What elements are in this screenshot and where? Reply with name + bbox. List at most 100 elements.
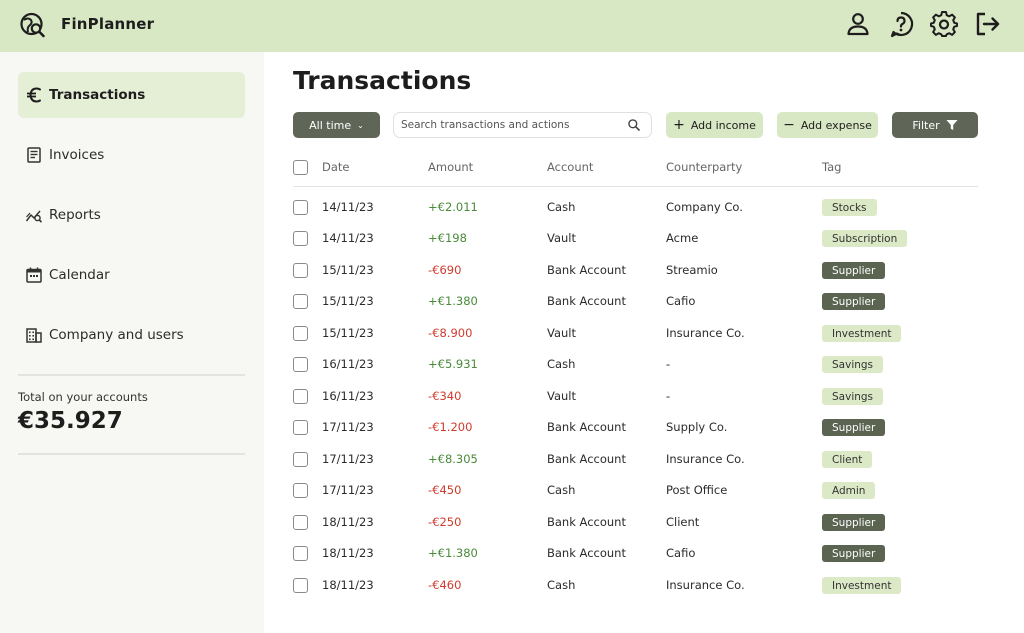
account-cell: Vault <box>547 389 577 403</box>
row-checkbox[interactable] <box>293 200 308 215</box>
tag-badge[interactable]: Investment <box>822 577 902 594</box>
logo-icon <box>20 12 45 38</box>
sidebar-divider <box>18 374 245 376</box>
account-cell: Bank Account <box>547 294 626 308</box>
column-header-tag[interactable]: Tag <box>822 160 841 174</box>
app-title: FinPlanner <box>61 15 155 33</box>
period-filter-label: All time <box>309 118 352 132</box>
counterparty-cell: Streamio <box>666 263 718 277</box>
amount-cell: +€2.011 <box>428 200 478 214</box>
table-row[interactable]: 16/11/23 -€340 Vault - Savings <box>293 387 993 407</box>
table-row[interactable]: 15/11/23 +€1.380 Bank Account Cafio Supplier <box>293 292 993 312</box>
add-expense-label: Add expense <box>800 118 872 132</box>
row-checkbox[interactable] <box>293 263 308 278</box>
row-checkbox[interactable] <box>293 578 308 593</box>
tag-badge[interactable]: Savings <box>822 388 884 405</box>
sidebar-item-reports[interactable]: Reports <box>18 192 245 238</box>
date-cell: 14/11/23 <box>322 200 374 214</box>
table-row[interactable]: 17/11/23 -€450 Cash Post Office Admin <box>293 481 993 501</box>
tag-badge[interactable]: Admin <box>822 482 876 499</box>
table-row[interactable]: 17/11/23 -€1.200 Bank Account Supply Co. Sup… <box>293 418 993 438</box>
column-header-counterparty[interactable]: Counterparty <box>666 160 742 174</box>
tag-badge[interactable]: Investment <box>822 325 902 342</box>
amount-cell: +€1.380 <box>428 546 478 560</box>
date-cell: 16/11/23 <box>322 357 374 371</box>
tag-badge[interactable]: Supplier <box>822 514 886 531</box>
amount-cell: -€250 <box>428 515 462 529</box>
page-title: Transactions <box>293 66 472 95</box>
logout-icon[interactable] <box>973 10 1001 38</box>
row-checkbox[interactable] <box>293 515 308 530</box>
amount-cell: +€5.931 <box>428 357 478 371</box>
row-checkbox[interactable] <box>293 357 308 372</box>
account-cell: Cash <box>547 578 576 592</box>
add-expense-button[interactable]: − Add expense <box>777 112 878 138</box>
table-row[interactable]: 17/11/23 +€8.305 Bank Account Insurance Co.… <box>293 450 993 470</box>
tag-badge[interactable]: Client <box>822 451 873 468</box>
date-cell: 18/11/23 <box>322 578 374 592</box>
counterparty-cell: - <box>666 357 671 371</box>
tag-badge[interactable]: Supplier <box>822 419 886 436</box>
account-cell: Cash <box>547 483 576 497</box>
row-checkbox[interactable] <box>293 231 308 246</box>
column-header-account[interactable]: Account <box>547 160 593 174</box>
tag-badge[interactable]: Supplier <box>822 545 886 562</box>
add-income-label: Add income <box>690 118 756 132</box>
counterparty-cell: Post Office <box>666 483 728 497</box>
tag-badge[interactable]: Subscription <box>822 230 908 247</box>
table-row[interactable]: 14/11/23 +€2.011 Cash Company Co. Stocks <box>293 198 993 218</box>
date-cell: 14/11/23 <box>322 231 374 245</box>
total-value: €35.927 <box>18 408 123 434</box>
row-checkbox[interactable] <box>293 483 308 498</box>
table-row[interactable]: 18/11/23 -€460 Cash Insurance Co. Investment <box>293 576 993 596</box>
table-row[interactable]: 15/11/23 -€690 Bank Account Streamio Supplie… <box>293 261 993 281</box>
period-filter-dropdown[interactable]: All time ⌄ <box>293 112 380 138</box>
sidebar-item-label: Company and users <box>49 327 184 343</box>
total-label: Total on your accounts <box>18 390 148 404</box>
amount-cell: -€460 <box>428 578 462 592</box>
search-input[interactable] <box>393 112 652 138</box>
user-icon[interactable] <box>844 10 872 38</box>
calendar-icon <box>24 265 44 285</box>
header-divider <box>293 186 978 187</box>
table-row[interactable]: 18/11/23 +€1.380 Bank Account Cafio Supplier <box>293 544 993 564</box>
amount-cell: -€8.900 <box>428 326 473 340</box>
row-checkbox[interactable] <box>293 326 308 341</box>
account-cell: Bank Account <box>547 452 626 466</box>
tag-badge[interactable]: Stocks <box>822 199 877 216</box>
sidebar-item-invoices[interactable]: Invoices <box>18 132 245 178</box>
sidebar-item-company-and-users[interactable]: Company and users <box>18 312 245 358</box>
filter-icon <box>946 120 958 130</box>
table-row[interactable]: 18/11/23 -€250 Bank Account Client Supplier <box>293 513 993 533</box>
table-row[interactable]: 15/11/23 -€8.900 Vault Insurance Co. Investm… <box>293 324 993 344</box>
reports-icon <box>24 205 44 225</box>
row-checkbox[interactable] <box>293 294 308 309</box>
table-row[interactable]: 14/11/23 +€198 Vault Acme Subscription <box>293 229 993 249</box>
help-icon[interactable] <box>887 10 915 38</box>
date-cell: 15/11/23 <box>322 294 374 308</box>
select-all-checkbox[interactable] <box>293 160 308 175</box>
amount-cell: +€8.305 <box>428 452 478 466</box>
column-header-amount[interactable]: Amount <box>428 160 473 174</box>
date-cell: 16/11/23 <box>322 389 374 403</box>
table-row[interactable]: 16/11/23 +€5.931 Cash - Savings <box>293 355 993 375</box>
settings-icon[interactable] <box>930 10 958 38</box>
row-checkbox[interactable] <box>293 420 308 435</box>
sidebar-item-calendar[interactable]: Calendar <box>18 252 245 298</box>
row-checkbox[interactable] <box>293 452 308 467</box>
date-cell: 17/11/23 <box>322 452 374 466</box>
amount-cell: -€690 <box>428 263 462 277</box>
tag-badge[interactable]: Supplier <box>822 293 886 310</box>
tag-badge[interactable]: Supplier <box>822 262 886 279</box>
sidebar-item-transactions[interactable]: Transactions <box>18 72 245 118</box>
column-header-date[interactable]: Date <box>322 160 350 174</box>
date-cell: 15/11/23 <box>322 326 374 340</box>
filter-button[interactable]: Filter <box>892 112 978 138</box>
sidebar: Transactions Invoices Reports Calendar C… <box>0 52 264 633</box>
search-icon[interactable] <box>627 118 641 132</box>
add-income-button[interactable]: + Add income <box>666 112 763 138</box>
sidebar-divider <box>18 453 245 455</box>
tag-badge[interactable]: Savings <box>822 356 884 373</box>
row-checkbox[interactable] <box>293 546 308 561</box>
row-checkbox[interactable] <box>293 389 308 404</box>
